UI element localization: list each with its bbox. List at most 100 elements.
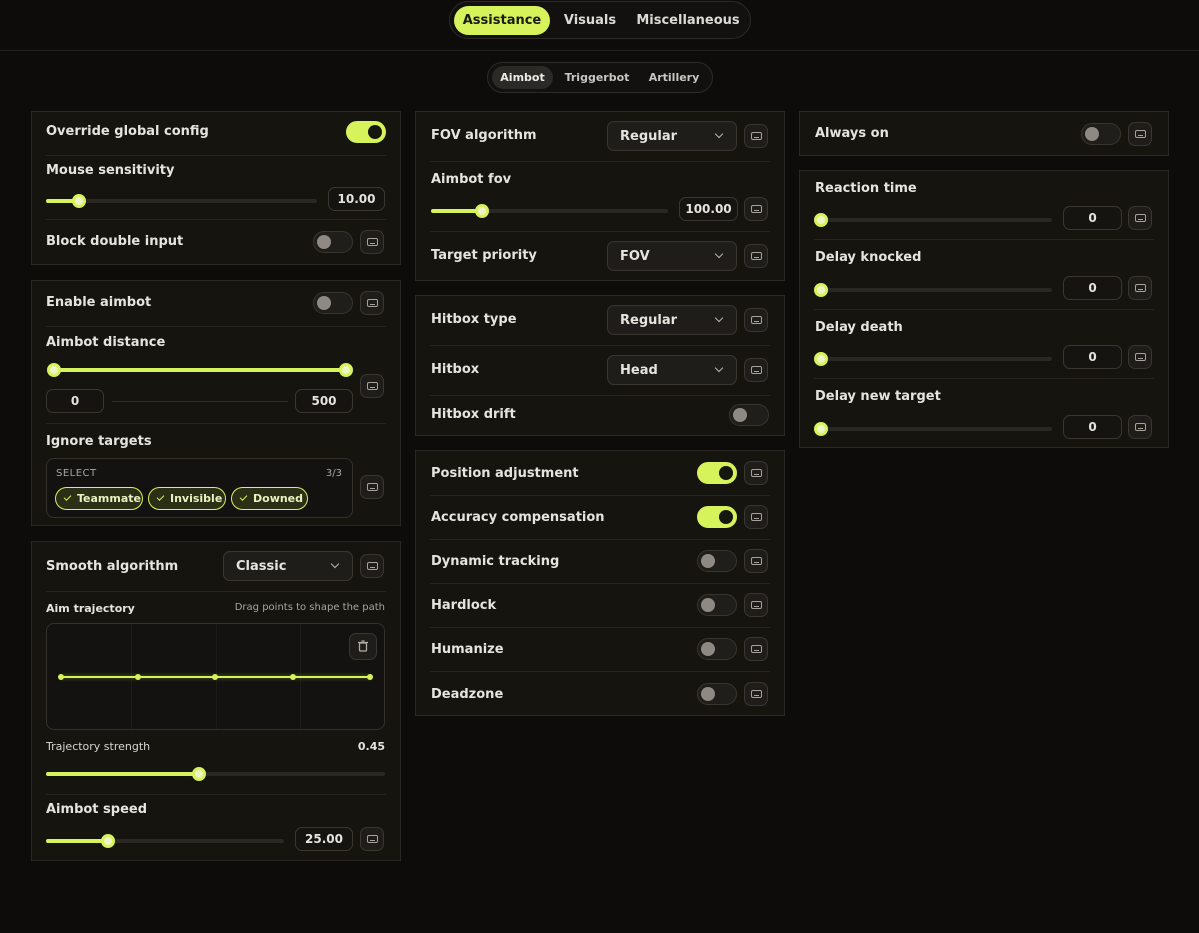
distance-min-input[interactable]: 0 bbox=[46, 389, 104, 413]
aimbot-speed-thumb[interactable] bbox=[101, 834, 115, 848]
deadzone-keybind-button[interactable] bbox=[744, 682, 768, 706]
hitbox-type-dropdown[interactable]: Regular bbox=[607, 305, 737, 335]
aimbot-fov-value[interactable]: 100.00 bbox=[679, 197, 738, 221]
position-adjustment-keybind-button[interactable] bbox=[744, 461, 768, 485]
block-double-input-toggle[interactable] bbox=[313, 231, 353, 253]
hitbox-type-keybind-button[interactable] bbox=[744, 308, 768, 332]
target-chip-downed[interactable]: Downed bbox=[231, 487, 308, 510]
delay-death-value[interactable]: 0 bbox=[1063, 345, 1122, 369]
clear-trajectory-button[interactable] bbox=[349, 633, 377, 660]
chevron-down-icon bbox=[714, 363, 724, 373]
keyboard-icon bbox=[1135, 353, 1146, 361]
trajectory-hint: Drag points to shape the path bbox=[234, 602, 385, 613]
delay-knocked-keybind-button[interactable] bbox=[1128, 276, 1152, 300]
distance-max-input[interactable]: 500 bbox=[295, 389, 353, 413]
delay-new-target-keybind-button[interactable] bbox=[1128, 415, 1152, 439]
reaction-time-keybind-button[interactable] bbox=[1128, 206, 1152, 230]
aimbot-speed-keybind-button[interactable] bbox=[360, 827, 384, 851]
ignore-targets-select[interactable]: SELECT 3/3 Teammate Invisible Downed bbox=[46, 458, 353, 518]
aimbot-fov-keybind-button[interactable] bbox=[744, 197, 768, 221]
override-toggle[interactable] bbox=[346, 121, 386, 143]
smooth-algorithm-dropdown[interactable]: Classic bbox=[223, 551, 353, 581]
smooth-keybind-button[interactable] bbox=[360, 554, 384, 578]
aimbot-fov-label: Aimbot fov bbox=[431, 172, 512, 187]
deadzone-toggle[interactable] bbox=[697, 683, 737, 705]
dynamic-tracking-toggle[interactable] bbox=[697, 550, 737, 572]
trajectory-point[interactable] bbox=[212, 674, 218, 680]
target-priority-keybind-button[interactable] bbox=[744, 244, 768, 268]
aimbot-fov-thumb[interactable] bbox=[475, 204, 489, 218]
keyboard-icon bbox=[751, 252, 762, 260]
target-priority-dropdown[interactable]: FOV bbox=[607, 241, 737, 271]
delay-new-target-slider[interactable] bbox=[815, 427, 1052, 431]
trajectory-strength-thumb[interactable] bbox=[192, 767, 206, 781]
delay-knocked-thumb[interactable] bbox=[814, 283, 828, 297]
tab-miscellaneous[interactable]: Miscellaneous bbox=[632, 6, 744, 35]
hitbox-keybind-button[interactable] bbox=[744, 358, 768, 382]
hitbox-dropdown[interactable]: Head bbox=[607, 355, 737, 385]
delay-knocked-value[interactable]: 0 bbox=[1063, 276, 1122, 300]
aimbot-speed-fill bbox=[46, 839, 108, 843]
trajectory-point[interactable] bbox=[58, 674, 64, 680]
trajectory-strength-value: 0.45 bbox=[357, 740, 385, 753]
distance-keybind-button[interactable] bbox=[360, 374, 384, 398]
target-chip-invisible[interactable]: Invisible bbox=[148, 487, 226, 510]
fov-algorithm-label: FOV algorithm bbox=[431, 128, 537, 143]
trajectory-strength-label: Trajectory strength bbox=[46, 740, 151, 753]
block-double-input-keybind-button[interactable] bbox=[360, 230, 384, 254]
always-on-keybind-button[interactable] bbox=[1128, 122, 1152, 146]
sensitivity-value[interactable]: 10.00 bbox=[328, 187, 385, 211]
accuracy-compensation-keybind-button[interactable] bbox=[744, 505, 768, 529]
hardlock-toggle[interactable] bbox=[697, 594, 737, 616]
trajectory-point[interactable] bbox=[135, 674, 141, 680]
ignore-targets-keybind-button[interactable] bbox=[360, 475, 384, 499]
humanize-keybind-button[interactable] bbox=[744, 637, 768, 661]
reaction-time-thumb[interactable] bbox=[814, 213, 828, 227]
tab-visuals[interactable]: Visuals bbox=[554, 6, 626, 35]
enable-aimbot-toggle[interactable] bbox=[313, 292, 353, 314]
delay-death-thumb[interactable] bbox=[814, 352, 828, 366]
trajectory-canvas[interactable] bbox=[46, 623, 385, 730]
subtab-aimbot[interactable]: Aimbot bbox=[492, 66, 553, 89]
delay-knocked-slider[interactable] bbox=[815, 288, 1052, 292]
trajectory-point[interactable] bbox=[367, 674, 373, 680]
enable-aimbot-label: Enable aimbot bbox=[46, 295, 152, 310]
distance-min-thumb[interactable] bbox=[47, 363, 61, 377]
trajectory-point[interactable] bbox=[290, 674, 296, 680]
delay-death-keybind-button[interactable] bbox=[1128, 345, 1152, 369]
delay-death-slider[interactable] bbox=[815, 357, 1052, 361]
keyboard-icon bbox=[1135, 423, 1146, 431]
hitbox-drift-toggle[interactable] bbox=[729, 404, 769, 426]
enable-aimbot-keybind-button[interactable] bbox=[360, 291, 384, 315]
sensitivity-thumb[interactable] bbox=[72, 194, 86, 208]
chevron-down-icon bbox=[714, 249, 724, 259]
humanize-toggle[interactable] bbox=[697, 638, 737, 660]
keyboard-icon bbox=[367, 562, 378, 570]
accuracy-compensation-label: Accuracy compensation bbox=[431, 510, 605, 525]
subtab-artillery[interactable]: Artillery bbox=[641, 66, 707, 89]
dynamic-tracking-keybind-button[interactable] bbox=[744, 549, 768, 573]
subtab-triggerbot[interactable]: Triggerbot bbox=[559, 66, 635, 89]
reaction-time-slider[interactable] bbox=[815, 218, 1052, 222]
aimbot-speed-value[interactable]: 25.00 bbox=[295, 827, 353, 851]
reaction-time-value[interactable]: 0 bbox=[1063, 206, 1122, 230]
delay-new-target-value[interactable]: 0 bbox=[1063, 415, 1122, 439]
sensitivity-slider[interactable] bbox=[46, 199, 317, 203]
target-chip-teammate[interactable]: Teammate bbox=[55, 487, 143, 510]
distance-max-thumb[interactable] bbox=[339, 363, 353, 377]
aimbot-fov-slider[interactable] bbox=[431, 209, 668, 213]
trajectory-strength-slider[interactable] bbox=[46, 772, 385, 776]
fov-algorithm-keybind-button[interactable] bbox=[744, 124, 768, 148]
hardlock-keybind-button[interactable] bbox=[744, 593, 768, 617]
accuracy-compensation-toggle[interactable] bbox=[697, 506, 737, 528]
keyboard-icon bbox=[1135, 284, 1146, 292]
dynamic-tracking-label: Dynamic tracking bbox=[431, 554, 560, 569]
always-on-toggle[interactable] bbox=[1081, 123, 1121, 145]
distance-range-slider[interactable] bbox=[54, 368, 346, 372]
delay-new-target-thumb[interactable] bbox=[814, 422, 828, 436]
fov-algorithm-dropdown[interactable]: Regular bbox=[607, 121, 737, 151]
position-adjustment-toggle[interactable] bbox=[697, 462, 737, 484]
aimbot-speed-slider[interactable] bbox=[46, 839, 284, 843]
tab-assistance[interactable]: Assistance bbox=[454, 6, 550, 35]
keyboard-icon bbox=[367, 299, 378, 307]
